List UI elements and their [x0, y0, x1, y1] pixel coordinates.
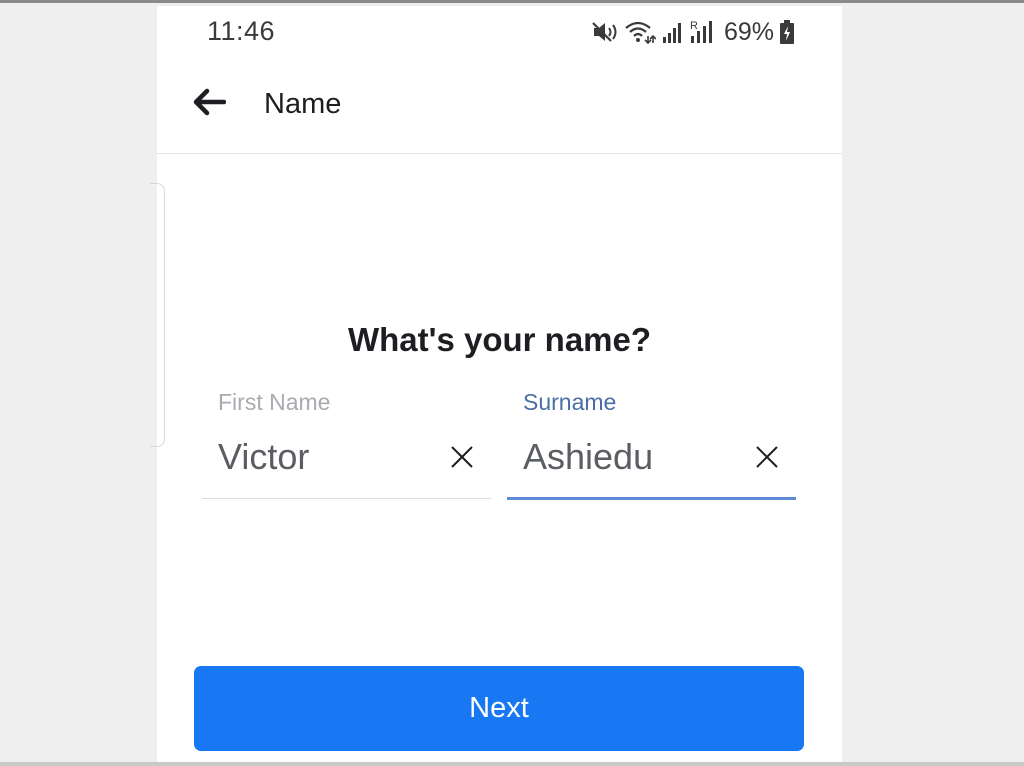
status-bar: 11:46 R 69%: [157, 6, 842, 54]
background-panel-edge: [150, 183, 165, 447]
first-name-clear-button[interactable]: [447, 444, 477, 474]
signal-icon: [662, 20, 684, 44]
status-time: 11:46: [207, 16, 276, 46]
surname-input[interactable]: [523, 436, 743, 478]
battery-percent: 69%: [723, 17, 774, 46]
app-bar: Name: [157, 54, 842, 154]
svg-text:R: R: [690, 20, 698, 32]
roaming-signal-icon: R: [690, 19, 716, 45]
first-name-underline: [202, 498, 491, 499]
first-name-field: First Name: [202, 384, 491, 502]
screenshot-frame: 11:46 R 69% Name What's your name? First…: [0, 0, 1024, 766]
surname-field: Surname: [507, 384, 796, 502]
close-icon: [755, 445, 779, 474]
first-name-input[interactable]: [218, 436, 438, 478]
wifi-icon: [624, 20, 656, 44]
close-icon: [450, 445, 474, 474]
form-heading: What's your name?: [347, 321, 652, 358]
battery-charging-icon: [780, 20, 794, 44]
surname-underline-focused: [507, 497, 796, 500]
first-name-label: First Name: [218, 389, 331, 415]
mute-icon: [592, 20, 618, 44]
surname-clear-button[interactable]: [752, 444, 782, 474]
page-title: Name: [264, 88, 342, 120]
arrow-left-icon: [192, 87, 227, 122]
next-button[interactable]: Next: [194, 666, 804, 751]
surname-label: Surname: [523, 389, 617, 415]
back-button[interactable]: [187, 84, 231, 124]
status-icons: R 69%: [592, 18, 794, 46]
phone-screen: 11:46 R 69% Name What's your name? First…: [157, 6, 842, 762]
